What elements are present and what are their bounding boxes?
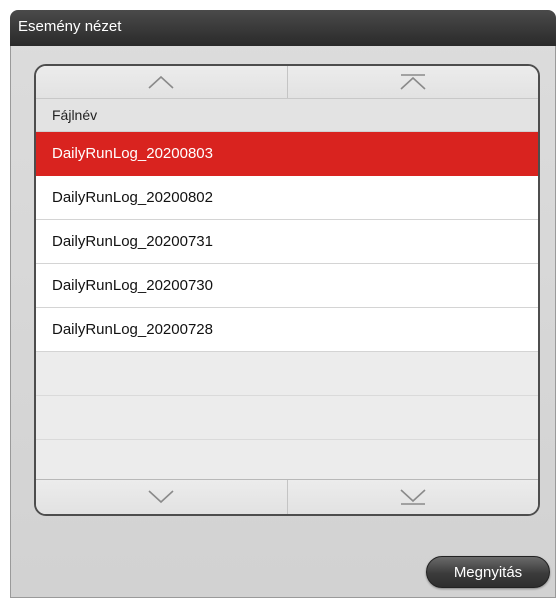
- file-list-empty-row: [36, 396, 538, 440]
- scroll-down-icon: [148, 490, 174, 504]
- file-list-item[interactable]: DailyRunLog_20200731: [36, 220, 538, 264]
- event-view-dialog: Esemény nézet Fájlnév DailyRunLog_202008…: [10, 10, 556, 598]
- scroll-to-top-icon: [400, 74, 426, 90]
- bottom-scroll-bar: [36, 479, 538, 514]
- file-list-empty-row: [36, 352, 538, 396]
- scroll-to-bottom-icon: [400, 489, 426, 505]
- file-list: DailyRunLog_20200803 DailyRunLog_20200802…: [36, 132, 538, 484]
- file-list-empty-row: [36, 440, 538, 484]
- scroll-up-button[interactable]: [36, 66, 287, 98]
- scroll-down-button[interactable]: [36, 480, 287, 514]
- file-list-item[interactable]: DailyRunLog_20200802: [36, 176, 538, 220]
- file-list-item[interactable]: DailyRunLog_20200730: [36, 264, 538, 308]
- file-list-panel: Fájlnév DailyRunLog_20200803 DailyRunLog_…: [34, 64, 540, 516]
- filename-column-header: Fájlnév: [36, 99, 538, 132]
- file-list-item-selected[interactable]: DailyRunLog_20200803: [36, 132, 538, 176]
- scroll-to-bottom-button[interactable]: [286, 480, 539, 514]
- file-list-item[interactable]: DailyRunLog_20200728: [36, 308, 538, 352]
- top-scroll-bar: [36, 66, 538, 99]
- scroll-to-top-button[interactable]: [286, 66, 539, 98]
- scroll-up-icon: [148, 75, 174, 89]
- dialog-title: Esemény nézet: [10, 10, 556, 46]
- open-button[interactable]: Megnyitás: [426, 556, 550, 588]
